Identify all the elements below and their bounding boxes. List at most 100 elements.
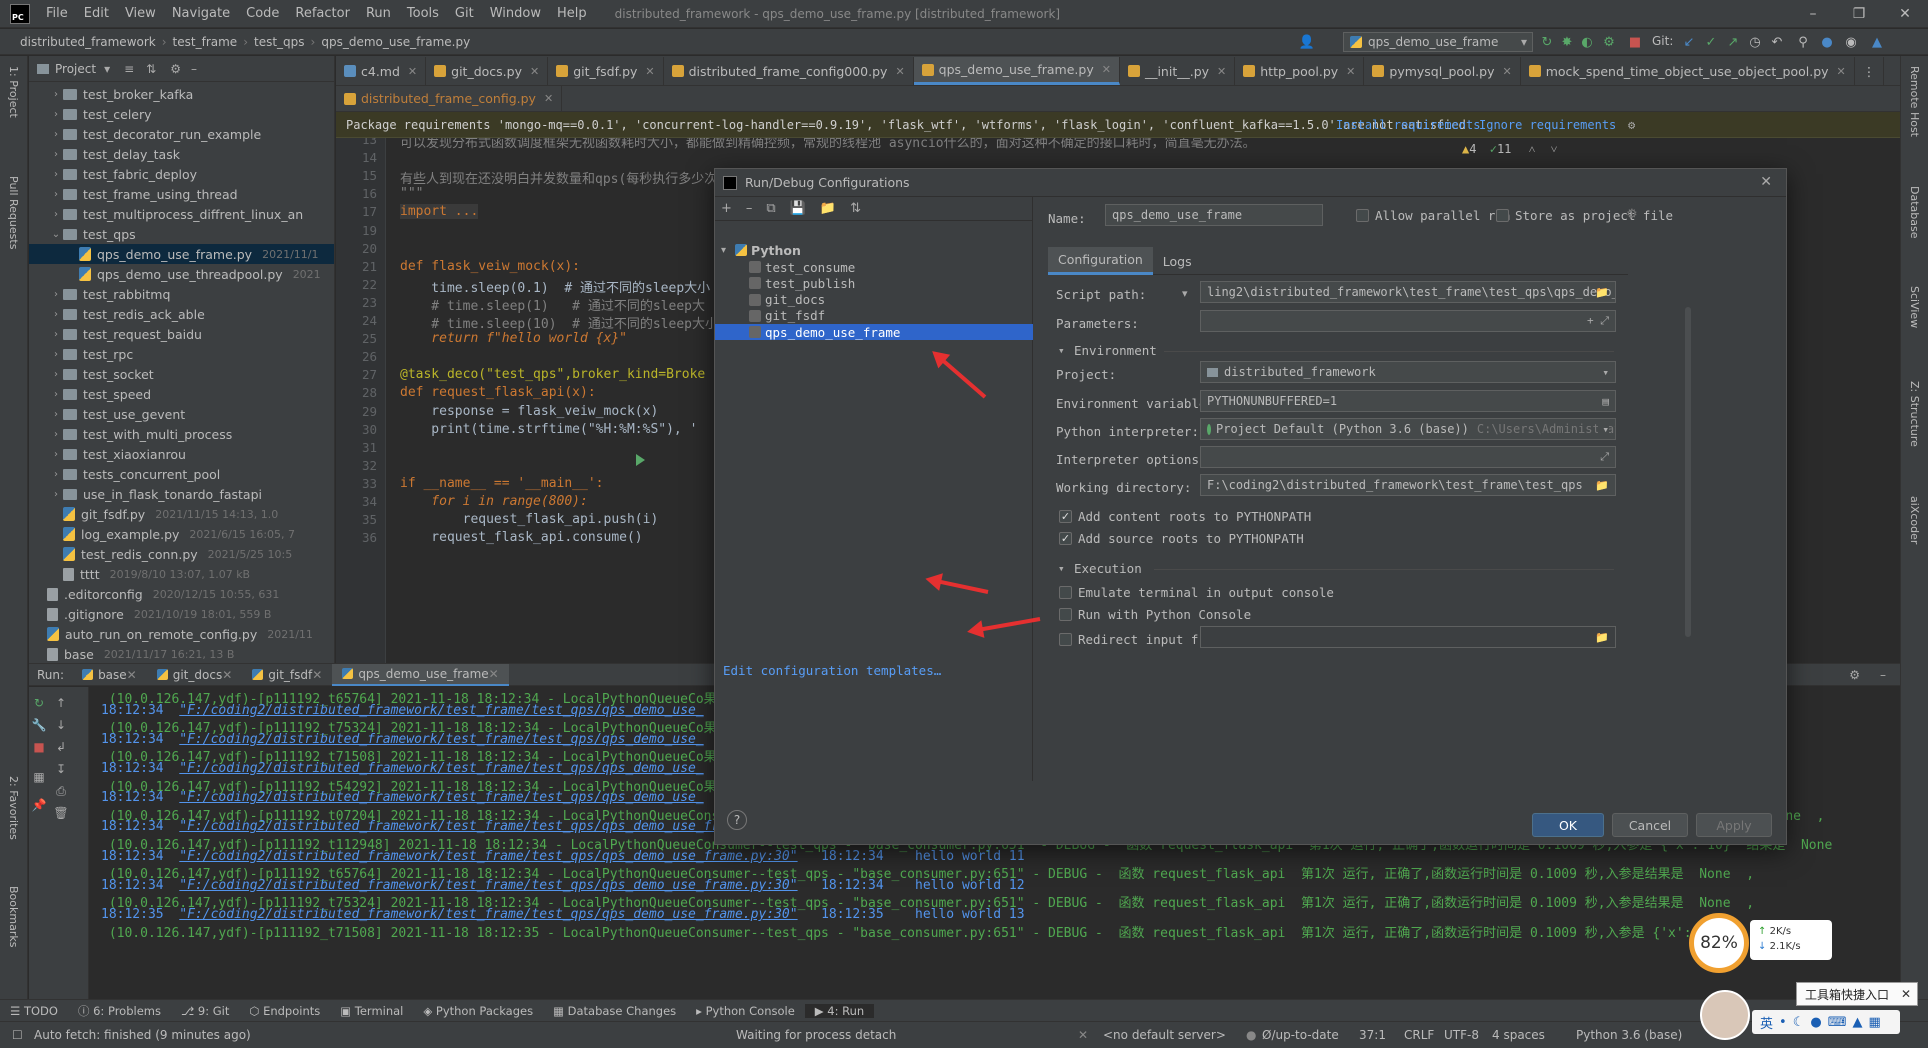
restore-icon[interactable]: ❐ [1836, 0, 1882, 28]
menu-git[interactable]: Git [447, 0, 482, 28]
database-tool-tab[interactable]: Database [1908, 186, 1921, 239]
shirt-icon[interactable]: ▲ [1852, 1015, 1862, 1030]
stop-icon[interactable]: ■ [31, 739, 47, 755]
tree-group-python[interactable]: ▾ Python [721, 241, 1031, 259]
close-window-icon[interactable]: ✕ [1882, 0, 1928, 28]
layout-icon[interactable]: ▦ [31, 769, 47, 785]
log-file-link[interactable]: "F:/coding2/distributed_framework/test_f… [179, 907, 797, 922]
allow-parallel-checkbox[interactable] [1356, 209, 1369, 222]
help-icon[interactable]: ? [727, 810, 747, 830]
tool-tab-todo[interactable]: ☰ TODO [0, 1004, 68, 1018]
close-icon[interactable]: ✕ [408, 65, 417, 78]
soft-wrap-icon[interactable]: ↲ [53, 739, 69, 755]
chevron-down-icon[interactable]: ▾ [1058, 344, 1065, 357]
editor-tab[interactable]: http_pool.py ✕ [1235, 57, 1365, 85]
menu-edit[interactable]: Edit [76, 0, 117, 28]
moon-icon[interactable]: ☾ [1793, 1015, 1805, 1030]
folder-icon[interactable]: 📁 [1595, 631, 1609, 644]
workdir-field[interactable]: F:\coding2\distributed_framework\test_fr… [1200, 474, 1616, 496]
close-icon[interactable]: ✕ [1502, 65, 1511, 78]
move-to-folder-icon[interactable]: 📁 [820, 201, 836, 216]
project-tree-row[interactable]: .gitignore 2021/10/19 18:01, 559 B [29, 604, 334, 624]
add-content-roots-checkbox[interactable]: ✓ [1059, 510, 1072, 523]
menu-window[interactable]: Window [482, 0, 549, 28]
history-icon[interactable]: ◷ [1746, 33, 1764, 51]
apply-button[interactable]: Apply [1696, 813, 1772, 837]
close-icon[interactable]: ✕ [895, 65, 904, 78]
project-tree-row[interactable]: › use_in_flask_tonardo_fastapi [29, 484, 334, 504]
project-tree-row[interactable]: › test_rabbitmq [29, 284, 334, 304]
debug-icon[interactable]: ✸ [1558, 33, 1576, 51]
jetbrains-icon[interactable]: ▲ [1868, 33, 1886, 51]
git-push-icon[interactable]: ↗ [1724, 33, 1742, 51]
status-server[interactable]: <no default server> [1103, 1028, 1226, 1042]
log-file-link[interactable]: "F:/coding2/distributed_framework/test_f… [179, 878, 797, 893]
menu-run[interactable]: Run [358, 0, 399, 28]
close-icon[interactable]: ✕ [530, 65, 539, 78]
chevron-down-icon[interactable]: ▾ [1182, 287, 1188, 300]
gear-icon[interactable]: ⚙ [170, 62, 181, 76]
run-gutter-icon[interactable] [636, 454, 646, 466]
config-tree-item[interactable]: git_docs [715, 292, 1033, 308]
update-icon[interactable]: ● [1818, 33, 1836, 51]
sciview-tool-tab[interactable]: SciView [1908, 286, 1921, 328]
chevron-down-icon[interactable]: ▾ [1058, 562, 1065, 575]
wrench-icon[interactable]: 🔧 [31, 717, 47, 733]
interpreter-options-field[interactable]: ⤢ [1200, 446, 1616, 468]
expand-icon[interactable]: + ⤢ [1587, 314, 1609, 328]
hide-icon[interactable]: – [191, 62, 197, 76]
code-with-me-icon[interactable]: ◉ [1842, 33, 1860, 51]
hide-icon[interactable]: – [1880, 668, 1886, 682]
breadcrumb-item[interactable]: distributed_framework [14, 35, 162, 49]
collapse-all-icon[interactable]: ≡ [124, 62, 134, 76]
status-encoding[interactable]: UTF-8 [1444, 1028, 1479, 1042]
tool-tab-python-packages[interactable]: ◈ Python Packages [413, 1004, 543, 1018]
close-icon[interactable]: ✕ [544, 92, 553, 105]
project-tree-row[interactable]: base 2021/11/17 16:21, 13 B [29, 644, 334, 663]
git-commit-icon[interactable]: ✓ [1702, 33, 1720, 51]
menu-help[interactable]: Help [549, 0, 595, 28]
parameters-field[interactable]: + ⤢ [1200, 310, 1616, 332]
close-icon[interactable]: ✕ [1346, 65, 1355, 78]
favorites-tool-tab[interactable]: 2: Favorites [7, 776, 20, 840]
copy-icon[interactable]: ⧉ [766, 201, 775, 216]
close-icon[interactable]: ✕ [489, 667, 499, 681]
close-icon[interactable]: ✕ [127, 668, 137, 682]
project-tool-tab[interactable]: 1: Project [7, 66, 20, 118]
project-tree-row[interactable]: › test_broker_kafka [29, 84, 334, 104]
store-as-project-checkbox[interactable] [1496, 209, 1509, 222]
config-tree-item[interactable]: test_publish [715, 275, 1033, 291]
remove-icon[interactable]: – [746, 201, 753, 216]
close-icon[interactable]: ✕ [645, 65, 654, 78]
status-interpreter[interactable]: Python 3.6 (base) [1576, 1028, 1682, 1042]
project-tree-row[interactable]: git_fsdf.py 2021/11/15 14:13, 1.0 [29, 504, 334, 524]
scrollbar[interactable] [1685, 307, 1691, 637]
config-tree-item[interactable]: test_consume [715, 259, 1033, 275]
log-file-link[interactable]: "F:/coding2/distributed_framework/test_f… [179, 819, 797, 834]
project-tree-row[interactable]: test_redis_conn.py 2021/5/25 10:5 [29, 544, 334, 564]
editor-tab[interactable]: c4.md ✕ [336, 57, 427, 85]
status-line-separator[interactable]: CRLF [1404, 1028, 1434, 1042]
install-requirements-link[interactable]: Install requirements [1336, 118, 1481, 132]
close-icon[interactable]: ✕ [1217, 65, 1226, 78]
save-icon[interactable]: 💾 [790, 201, 806, 216]
tool-tab-terminal[interactable]: ▣ Terminal [330, 1004, 413, 1018]
coverage-icon[interactable]: ◐ [1578, 33, 1596, 51]
run-tab[interactable]: qps_demo_use_frame ✕ [332, 663, 509, 686]
minimize-icon[interactable]: – [1790, 0, 1836, 28]
pin-icon[interactable]: 📌 [31, 797, 47, 813]
close-icon[interactable]: ✕ [1901, 987, 1911, 1001]
project-tree-row[interactable]: › test_with_multi_process [29, 424, 334, 444]
status-position[interactable]: 37:1 [1359, 1028, 1386, 1042]
inspection-widget[interactable]: ▲4 ✓11 ˄ ˅ [1462, 142, 1557, 157]
tool-tab-endpoints[interactable]: ⬡ Endpoints [239, 1004, 330, 1018]
run-tab[interactable]: git_docs ✕ [147, 664, 243, 686]
chevron-down-icon[interactable]: ▾ [104, 62, 110, 76]
ime-punct-icon[interactable]: • [1779, 1015, 1787, 1030]
log-file-link[interactable]: "F:/coding2/distributed_framework/test_f… [179, 790, 703, 805]
project-tree-row[interactable]: qps_demo_use_frame.py 2021/11/1 [29, 244, 334, 264]
name-field[interactable]: qps_demo_use_frame [1105, 204, 1323, 226]
expand-all-icon[interactable]: ⇅ [146, 62, 156, 76]
run-tab[interactable]: git_fsdf ✕ [242, 664, 332, 686]
tool-tab-git[interactable]: ⎇ 9: Git [171, 1004, 239, 1018]
